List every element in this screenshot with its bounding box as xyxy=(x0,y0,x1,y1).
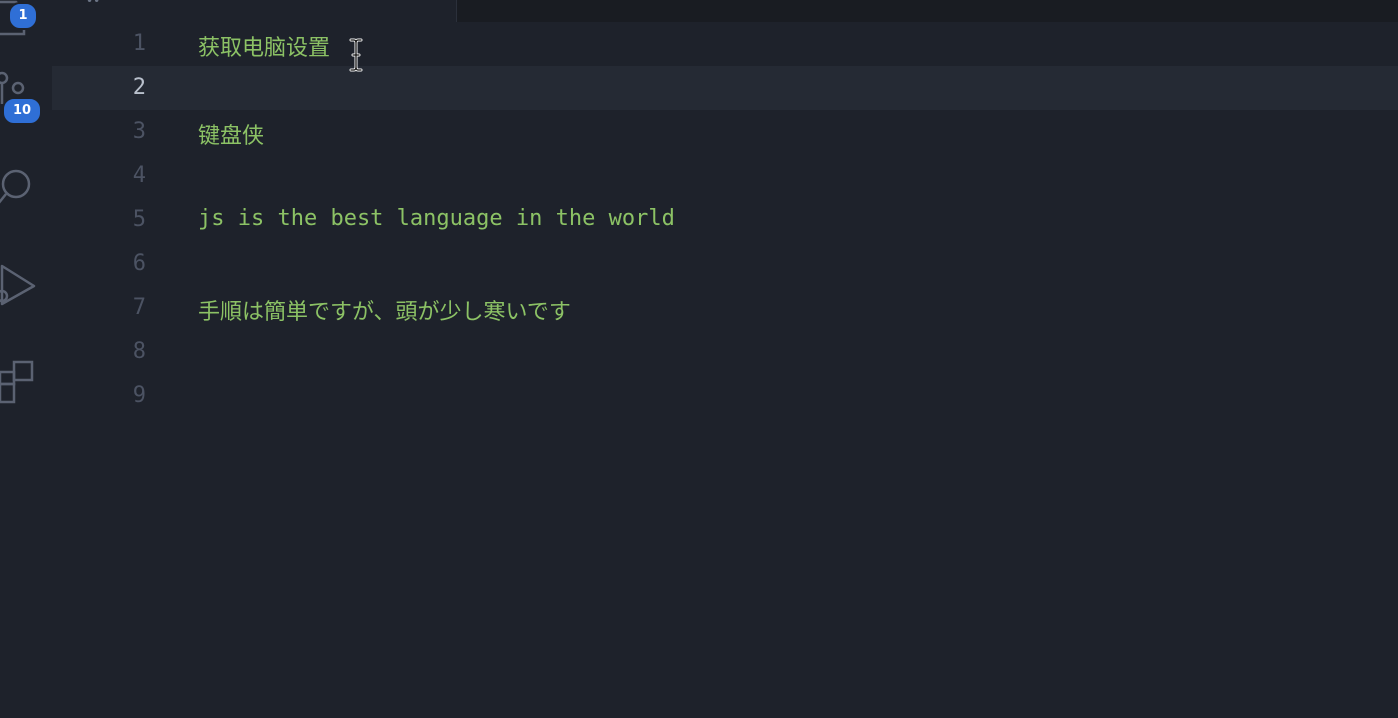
source-control-icon[interactable]: 10 xyxy=(0,64,52,125)
search-icon[interactable] xyxy=(0,162,52,212)
line-number: 5 xyxy=(132,207,146,232)
line-number: 4 xyxy=(132,163,146,188)
line-number: 3 xyxy=(132,119,146,144)
editor-line[interactable]: 3 键盘侠 xyxy=(52,110,1398,154)
explorer-icon[interactable]: 1 xyxy=(0,0,52,50)
line-number: 9 xyxy=(132,383,146,408)
tab-bar-strip xyxy=(456,0,1398,22)
text-cursor-icon xyxy=(349,38,363,72)
line-text[interactable]: 键盘侠 xyxy=(198,118,264,150)
editor-line-current[interactable]: 2 xyxy=(52,66,1398,110)
line-number: 8 xyxy=(132,339,146,364)
line-number: 1 xyxy=(132,31,146,56)
editor-line[interactable]: 4 xyxy=(52,154,1398,198)
run-debug-icon[interactable] xyxy=(0,262,52,312)
editor-line[interactable]: 7 手順は簡単ですが、頭が少し寒いです xyxy=(52,286,1398,330)
extensions-icon[interactable] xyxy=(0,356,52,406)
line-text[interactable]: js is the best language in the world xyxy=(198,206,675,231)
line-number: 7 xyxy=(132,295,146,320)
line-number: 2 xyxy=(132,75,146,100)
editor-line[interactable]: 5 js is the best language in the world xyxy=(52,198,1398,242)
line-number: 6 xyxy=(132,251,146,276)
tab-overflow-icon[interactable]: •• xyxy=(86,0,100,8)
editor-line[interactable]: 6 xyxy=(52,242,1398,286)
line-text[interactable]: 手順は簡単ですが、頭が少し寒いです xyxy=(198,294,571,326)
editor-window: •• 1 10 1 获取电脑设置 2 3 键盘侠 4 5 js is the b… xyxy=(0,0,1398,718)
code-editor[interactable]: 1 获取电脑设置 2 3 键盘侠 4 5 js is the best lang… xyxy=(52,22,1398,718)
editor-line[interactable]: 8 xyxy=(52,330,1398,374)
source-control-badge: 10 xyxy=(2,97,42,125)
editor-line[interactable]: 1 获取电脑设置 xyxy=(52,22,1398,66)
editor-line[interactable]: 9 xyxy=(52,374,1398,418)
explorer-badge: 1 xyxy=(8,2,38,30)
line-text[interactable]: 获取电脑设置 xyxy=(198,30,330,62)
activity-bar: 1 10 xyxy=(0,0,52,718)
